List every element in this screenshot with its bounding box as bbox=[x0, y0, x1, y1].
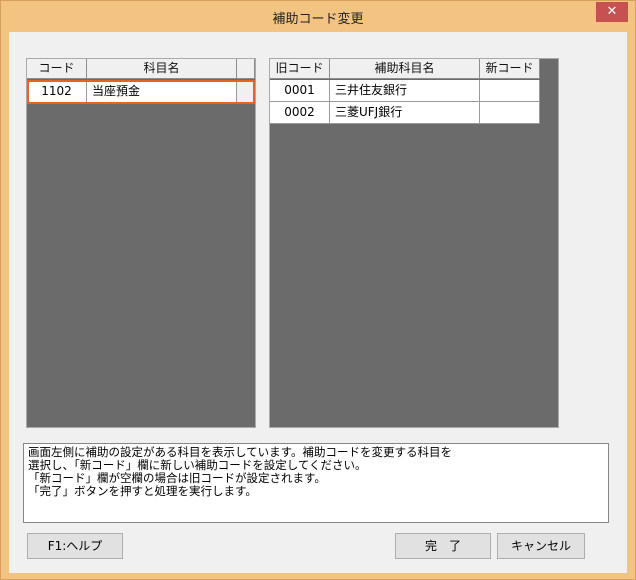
column-header-code[interactable]: コード bbox=[27, 59, 87, 79]
help-button[interactable]: F1:ヘルプ bbox=[27, 533, 123, 559]
sub-account-name-cell[interactable]: 三井住友銀行 bbox=[330, 80, 480, 102]
column-header-filler bbox=[237, 59, 255, 79]
close-button[interactable]: ✕ bbox=[596, 2, 628, 22]
window-title: 補助コード変更 bbox=[272, 12, 364, 27]
done-button[interactable]: 完 了 bbox=[395, 533, 491, 559]
instruction-line: 「完了」ボタンを押すと処理を実行します。 bbox=[28, 484, 257, 498]
account-name-cell[interactable]: 当座預金 bbox=[87, 81, 237, 103]
sub-account-name-cell[interactable]: 三菱UFJ銀行 bbox=[330, 102, 480, 124]
new-code-input[interactable] bbox=[480, 80, 540, 102]
dialog-client-area: コード 科目名 1102 当座預金 旧コード 補助科目名 新コード 0001 三… bbox=[9, 32, 627, 573]
account-grid[interactable]: コード 科目名 1102 当座預金 bbox=[26, 58, 256, 428]
cancel-button[interactable]: キャンセル bbox=[497, 533, 585, 559]
instruction-text-box: 画面左側に補助の設定がある科目を表示しています。補助コードを変更する科目を 選択… bbox=[23, 443, 609, 523]
title-bar[interactable]: 補助コード変更 ✕ bbox=[1, 1, 635, 31]
column-header-old-code[interactable]: 旧コード bbox=[270, 59, 330, 79]
column-header-account-name[interactable]: 科目名 bbox=[87, 59, 237, 79]
new-code-input[interactable] bbox=[480, 102, 540, 124]
account-row-filler bbox=[237, 81, 255, 103]
column-header-sub-account-name[interactable]: 補助科目名 bbox=[330, 59, 480, 79]
old-code-cell[interactable]: 0002 bbox=[270, 102, 330, 124]
sub-account-grid[interactable]: 旧コード 補助科目名 新コード 0001 三井住友銀行 0002 三菱UFJ銀行 bbox=[269, 58, 559, 428]
column-header-new-code[interactable]: 新コード bbox=[480, 59, 540, 79]
old-code-cell[interactable]: 0001 bbox=[270, 80, 330, 102]
account-code-cell[interactable]: 1102 bbox=[27, 81, 87, 103]
close-icon: ✕ bbox=[606, 4, 618, 19]
dialog-window: 補助コード変更 ✕ コード 科目名 1102 当座預金 旧コード 補助科目名 新… bbox=[0, 0, 636, 580]
